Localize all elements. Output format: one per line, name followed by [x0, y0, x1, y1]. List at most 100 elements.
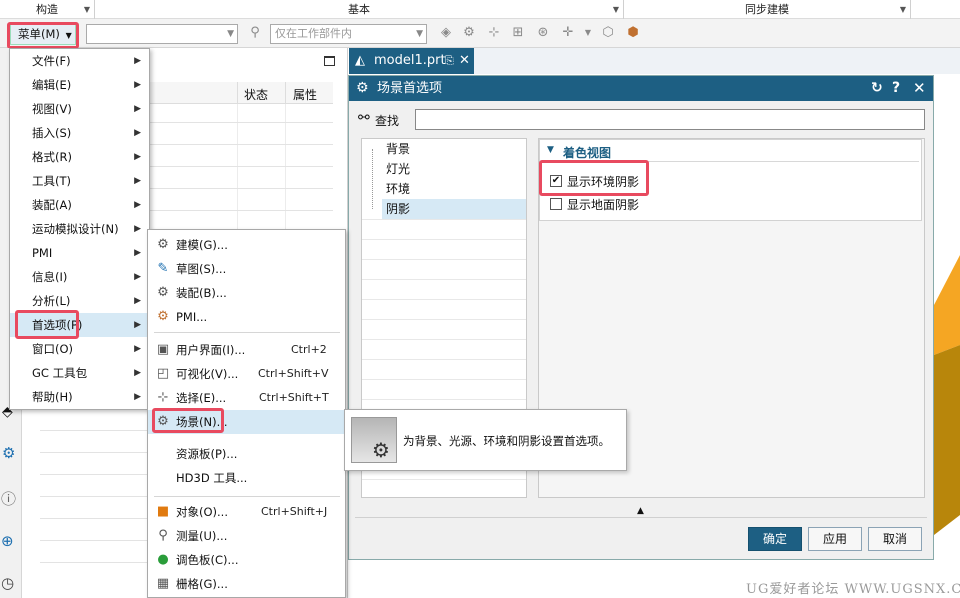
pmi-gear-icon: ⚙ [157, 309, 169, 324]
tree-item-shadows[interactable]: 阴影 [386, 199, 410, 219]
menu-button-highlight [7, 22, 79, 49]
submenu-item-pmi[interactable]: ⚙ PMI... [148, 305, 345, 329]
group-sync-modeling[interactable]: 同步建模 ▼ [624, 0, 911, 19]
chevron-down-icon[interactable]: ▼ [580, 25, 596, 41]
visualization-gear-icon: ◰ [156, 366, 170, 381]
menu-item-tools[interactable]: 工具(T) ▶ [10, 169, 149, 193]
snap-point-icon[interactable]: ✛ [560, 25, 576, 41]
reset-icon[interactable]: ↻ [871, 76, 883, 101]
chevron-right-icon: ▶ [134, 200, 141, 210]
submenu-item-resource-bar[interactable]: 资源板(P)... [148, 442, 345, 466]
assembly-navigator-icon[interactable]: ⚙ [2, 444, 15, 462]
chevron-right-icon: ▶ [134, 272, 141, 282]
submenu-item-palette[interactable]: ● 调色板(C)... [148, 548, 345, 572]
filter-icon[interactable]: ⚲ [247, 25, 263, 41]
group-construct[interactable]: 构造 ▼ [0, 0, 95, 19]
menu-item-format[interactable]: 格式(R) ▶ [10, 145, 149, 169]
menu-item-gc-toolkit[interactable]: GC 工具包 ▶ [10, 361, 149, 385]
chevron-right-icon: ▶ [134, 128, 141, 138]
show-ground-shadow-label[interactable]: 显示地面阴影 [567, 196, 639, 213]
cancel-button[interactable]: 取消 [868, 527, 922, 551]
measure-gear-icon: ⚲ [158, 528, 168, 543]
collapse-up-icon[interactable]: ▲ [637, 506, 644, 516]
tab-model1[interactable]: ◭ model1.prt ⎘ ✕ [349, 48, 474, 74]
select-body-icon[interactable]: ◈ [438, 25, 454, 41]
close-icon[interactable]: ✕ [459, 48, 470, 74]
apply-button[interactable]: 应用 [808, 527, 862, 551]
section-title[interactable]: 着色视图 [563, 144, 611, 161]
submenu-item-object[interactable]: ■ 对象(O)... Ctrl+Shift+J [148, 500, 345, 524]
submenu-item-sketch[interactable]: ✎ 草图(S)... [148, 257, 345, 281]
tree-item-environment[interactable]: 环境 [386, 179, 410, 199]
selection-gear-icon: ⊹ [157, 390, 169, 405]
menu-item-assembly[interactable]: 装配(A) ▶ [10, 193, 149, 217]
grid-gear-icon: ▦ [156, 576, 170, 591]
chevron-down-icon: ▼ [416, 29, 423, 39]
select-feature-icon[interactable]: ⊞ [510, 25, 526, 41]
chevron-down-icon: ▼ [612, 5, 619, 14]
menu-item-insert[interactable]: 插入(S) ▶ [10, 121, 149, 145]
menu-item-edit[interactable]: 编辑(E) ▶ [10, 73, 149, 97]
chevron-right-icon: ▶ [134, 368, 141, 378]
chevron-down-icon: ▼ [899, 5, 906, 14]
modeling-gear-icon: ⚙ [157, 237, 169, 252]
tree-item-background[interactable]: 背景 [386, 139, 410, 159]
select-face-icon[interactable]: ⚙ [461, 25, 477, 41]
ok-button[interactable]: 确定 [748, 527, 802, 551]
chevron-right-icon: ▶ [134, 56, 141, 66]
view-cube-icon[interactable]: ⬡ [600, 25, 616, 41]
select-curve-icon[interactable]: ⊛ [535, 25, 551, 41]
scene-preview-icon: ⚙ [351, 417, 397, 463]
web-browser-icon[interactable]: ⊕ [1, 532, 14, 550]
scope-filter-value: 仅在工作部件内 [275, 27, 352, 40]
chevron-right-icon: ▶ [134, 80, 141, 90]
menu-item-motion[interactable]: 运动模拟设计(N) ▶ [10, 217, 149, 241]
search-input[interactable] [415, 109, 925, 130]
graphics-viewport[interactable] [934, 75, 960, 598]
menu-item-help[interactable]: 帮助(H) ▶ [10, 385, 149, 409]
group-basic[interactable]: 基本 ▼ [95, 0, 624, 19]
help-icon[interactable]: ? [892, 76, 900, 101]
menu-item-file[interactable]: 文件(F) ▶ [10, 49, 149, 73]
chevron-right-icon: ▶ [134, 224, 141, 234]
column-property[interactable]: 属性 [293, 86, 317, 103]
history-icon[interactable]: ◷ [1, 574, 14, 592]
scope-filter-combo[interactable]: 仅在工作部件内 ▼ [270, 24, 427, 44]
submenu-item-selection[interactable]: ⊹ 选择(E)... Ctrl+Shift+T [148, 386, 345, 410]
submenu-item-assembly[interactable]: ⚙ 装配(B)... [148, 281, 345, 305]
collapse-icon[interactable]: ▼ [547, 145, 554, 155]
submenu-item-modeling[interactable]: ⚙ 建模(G)... [148, 233, 345, 257]
info-icon[interactable]: ⓘ [1, 488, 16, 509]
sketch-gear-icon: ✎ [157, 261, 169, 276]
menu-item-pmi[interactable]: PMI ▶ [10, 241, 149, 265]
tab-label: model1.prt [374, 53, 446, 68]
column-status[interactable]: 状态 [244, 86, 268, 103]
chevron-right-icon: ▶ [134, 104, 141, 114]
submenu-item-measure[interactable]: ⚲ 测量(U)... [148, 524, 345, 548]
menu-item-view[interactable]: 视图(V) ▶ [10, 97, 149, 121]
chevron-right-icon: ▶ [134, 152, 141, 162]
submenu-item-user-interface[interactable]: ▣ 用户界面(I)... Ctrl+2 [148, 338, 345, 362]
scene-preferences-dialog: ⚙ 场景首选项 ↻ ? ✕ ⚯ 查找 背景 灯光 环境 阴影 ▼ 着色视图 ✔ … [348, 75, 934, 560]
selection-type-combo[interactable]: ▼ [86, 24, 238, 44]
shaded-cube-icon[interactable]: ⬢ [625, 25, 641, 41]
dialog-title: 场景首选项 [377, 81, 443, 96]
part-icon: ◭ [355, 53, 365, 68]
save-icon[interactable]: ⎘ [445, 48, 454, 74]
close-icon[interactable]: ✕ [913, 76, 926, 101]
submenu-item-hd3d[interactable]: HD3D 工具... [148, 466, 345, 490]
main-menu: 文件(F) ▶ 编辑(E) ▶ 视图(V) ▶ 插入(S) ▶ 格式(R) ▶ 工具(T)… [9, 48, 150, 410]
watermark: UG爱好者论坛 WWW.UGSNX.COM [746, 582, 960, 597]
maximize-icon[interactable] [324, 56, 335, 66]
menu-item-info[interactable]: 信息(I) ▶ [10, 265, 149, 289]
submenu-item-visualization[interactable]: ◰ 可视化(V)... Ctrl+Shift+V [148, 362, 345, 386]
tree-item-lighting[interactable]: 灯光 [386, 159, 410, 179]
chevron-right-icon: ▶ [134, 248, 141, 258]
search-label: 查找 [375, 114, 400, 128]
select-edge-icon[interactable]: ⊹ [486, 25, 502, 41]
menu-item-window[interactable]: 窗口(O) ▶ [10, 337, 149, 361]
ui-gear-icon: ▣ [156, 342, 170, 357]
submenu-item-grid[interactable]: ▦ 栅格(G)... [148, 572, 345, 596]
show-ground-shadow-checkbox[interactable] [550, 198, 562, 210]
tooltip-text: 为背景、光源、环境和阴影设置首选项。 [403, 434, 610, 448]
